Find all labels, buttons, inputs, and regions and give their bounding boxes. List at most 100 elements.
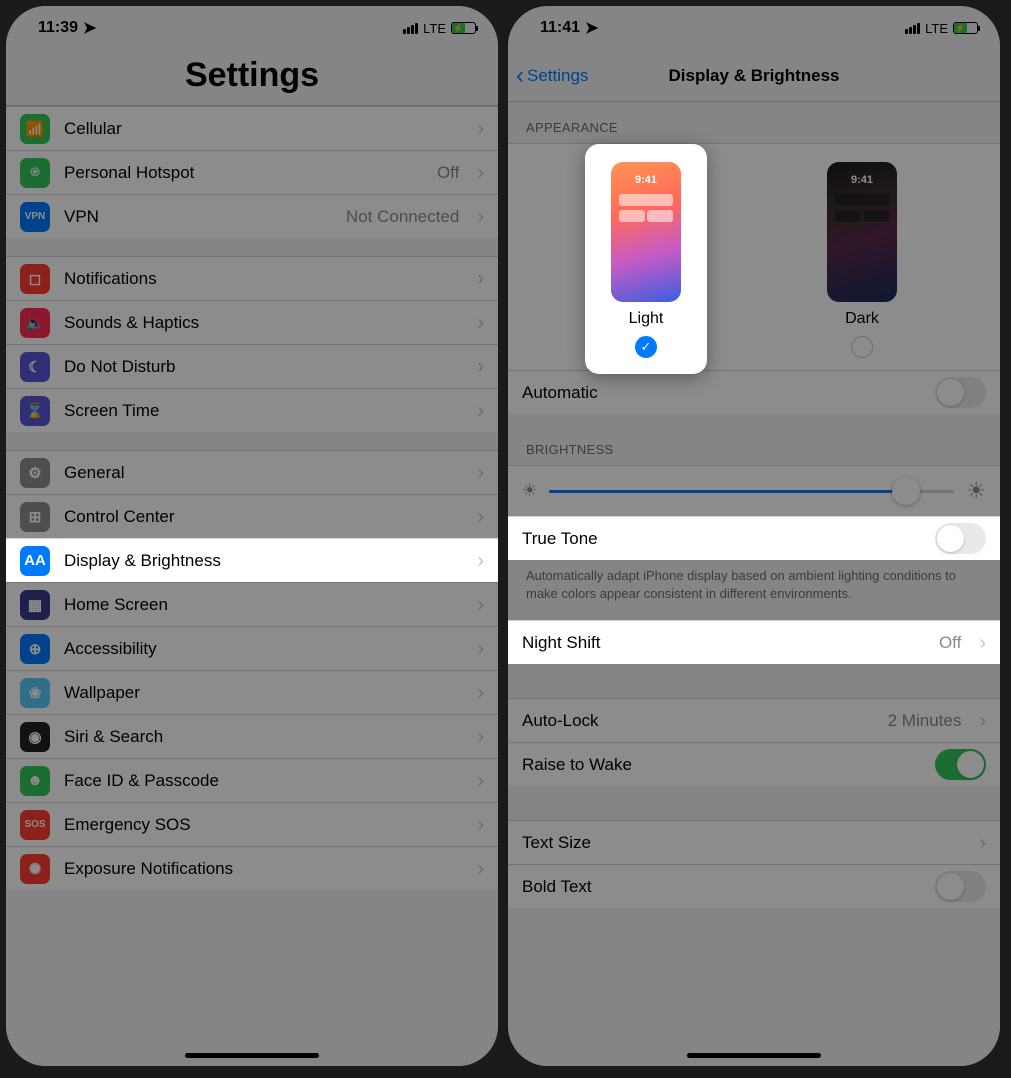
right-phone-display-brightness: 11:41 ➤ LTE ⚡ ‹ Settings Display & Brigh… bbox=[508, 6, 1000, 1066]
row-icon: ⍟ bbox=[20, 158, 50, 188]
chevron-right-icon: › bbox=[477, 357, 484, 377]
row-label: Face ID & Passcode bbox=[64, 771, 463, 791]
home-indicator[interactable] bbox=[687, 1053, 821, 1058]
row-icon: ⌛ bbox=[20, 396, 50, 426]
row-label: Cellular bbox=[64, 119, 463, 139]
chevron-right-icon: › bbox=[477, 119, 484, 139]
row-icon: ⊕ bbox=[20, 634, 50, 664]
page-title: Settings bbox=[6, 50, 498, 106]
row-icon: ✺ bbox=[20, 854, 50, 884]
row-label: Siri & Search bbox=[64, 727, 463, 747]
settings-row-sounds-haptics[interactable]: 🔈Sounds & Haptics› bbox=[6, 300, 498, 344]
row-icon: ▦ bbox=[20, 590, 50, 620]
appearance-option-dark[interactable]: 9:41 Dark bbox=[827, 162, 897, 358]
row-raise-to-wake[interactable]: Raise to Wake bbox=[508, 742, 1000, 786]
network-label: LTE bbox=[423, 21, 446, 36]
chevron-right-icon: › bbox=[477, 207, 484, 227]
row-icon: ◻ bbox=[20, 264, 50, 294]
settings-row-home-screen[interactable]: ▦ Home Screen › bbox=[6, 582, 498, 626]
row-icon: ⊞ bbox=[20, 502, 50, 532]
row-label: Exposure Notifications bbox=[64, 859, 463, 879]
row-label: Screen Time bbox=[64, 401, 463, 421]
chevron-right-icon: › bbox=[477, 507, 484, 527]
row-label: Sounds & Haptics bbox=[64, 313, 463, 333]
settings-row-display-brightness[interactable]: AADisplay & Brightness› bbox=[6, 538, 498, 582]
chevron-right-icon: › bbox=[477, 771, 484, 791]
chevron-right-icon: › bbox=[979, 711, 986, 731]
home-indicator[interactable] bbox=[185, 1053, 319, 1058]
status-bar: 11:39 ➤ LTE ⚡ bbox=[6, 6, 498, 50]
row-label: General bbox=[64, 463, 463, 483]
chevron-right-icon: › bbox=[477, 463, 484, 483]
settings-row-wallpaper[interactable]: ❀Wallpaper› bbox=[6, 670, 498, 714]
status-bar: 11:41 ➤ LTE ⚡ bbox=[508, 6, 1000, 50]
true-tone-footer: Automatically adapt iPhone display based… bbox=[508, 560, 1000, 610]
light-preview: 9:41 bbox=[611, 162, 681, 302]
settings-row-accessibility[interactable]: ⊕Accessibility› bbox=[6, 626, 498, 670]
chevron-left-icon: ‹ bbox=[516, 62, 524, 90]
row-icon: AA bbox=[20, 546, 50, 576]
chevron-right-icon: › bbox=[979, 833, 986, 853]
settings-row-personal-hotspot[interactable]: ⍟Personal HotspotOff› bbox=[6, 150, 498, 194]
nav-header: ‹ Settings Display & Brightness bbox=[508, 50, 1000, 102]
row-auto-lock[interactable]: Auto-Lock 2 Minutes › bbox=[508, 698, 1000, 742]
settings-row-siri-search[interactable]: ◉ Siri & Search › bbox=[6, 714, 498, 758]
row-label: Emergency SOS bbox=[64, 815, 463, 835]
row-label: VPN bbox=[64, 207, 332, 227]
location-icon: ➤ bbox=[585, 18, 598, 38]
row-text-size[interactable]: Text Size › bbox=[508, 820, 1000, 864]
brightness-slider[interactable] bbox=[549, 490, 954, 493]
row-label: Wallpaper bbox=[64, 683, 463, 703]
settings-row-face-id-passcode[interactable]: ☻ Face ID & Passcode › bbox=[6, 758, 498, 802]
settings-row-general[interactable]: ⚙General› bbox=[6, 450, 498, 494]
back-button[interactable]: ‹ Settings bbox=[516, 50, 588, 101]
chevron-right-icon: › bbox=[477, 595, 484, 615]
row-icon: 📶 bbox=[20, 114, 50, 144]
settings-row-vpn[interactable]: VPN VPN Not Connected › bbox=[6, 194, 498, 238]
toggle-bold-text[interactable] bbox=[935, 871, 986, 902]
sun-small-icon: ☀ bbox=[522, 481, 537, 501]
chevron-right-icon: › bbox=[477, 551, 484, 571]
settings-row-cellular[interactable]: 📶 Cellular › bbox=[6, 106, 498, 150]
row-label: Home Screen bbox=[64, 595, 463, 615]
section-header-brightness: BRIGHTNESS bbox=[508, 414, 1000, 465]
row-value: Not Connected bbox=[346, 207, 459, 227]
row-label: Accessibility bbox=[64, 639, 463, 659]
settings-row-screen-time[interactable]: ⌛ Screen Time › bbox=[6, 388, 498, 432]
row-icon: ◉ bbox=[20, 722, 50, 752]
row-bold-text[interactable]: Bold Text bbox=[508, 864, 1000, 908]
chevron-right-icon: › bbox=[477, 401, 484, 421]
row-night-shift[interactable]: Night Shift Off › bbox=[508, 620, 1000, 664]
signal-icon bbox=[403, 23, 418, 34]
chevron-right-icon: › bbox=[477, 859, 484, 879]
chevron-right-icon: › bbox=[979, 633, 986, 653]
toggle-automatic[interactable] bbox=[935, 377, 986, 408]
settings-row-control-center[interactable]: ⊞ Control Center › bbox=[6, 494, 498, 538]
row-value: Off bbox=[437, 163, 459, 183]
row-label: Do Not Disturb bbox=[64, 357, 463, 377]
dark-preview: 9:41 bbox=[827, 162, 897, 302]
toggle-true-tone[interactable] bbox=[935, 523, 986, 554]
row-icon: ☻ bbox=[20, 766, 50, 796]
row-automatic[interactable]: Automatic bbox=[508, 370, 1000, 414]
settings-row-do-not-disturb[interactable]: ☾Do Not Disturb› bbox=[6, 344, 498, 388]
clock: 11:41 bbox=[540, 19, 580, 37]
chevron-right-icon: › bbox=[477, 727, 484, 747]
row-label: Control Center bbox=[64, 507, 463, 527]
brightness-slider-row: ☀ ☀ bbox=[508, 465, 1000, 516]
location-icon: ➤ bbox=[83, 18, 96, 38]
row-true-tone[interactable]: True Tone bbox=[508, 516, 1000, 560]
section-header-appearance: APPEARANCE bbox=[508, 102, 1000, 143]
chevron-right-icon: › bbox=[477, 269, 484, 289]
signal-icon bbox=[905, 23, 920, 34]
settings-row-exposure-notifications[interactable]: ✺ Exposure Notifications › bbox=[6, 846, 498, 890]
row-icon: VPN bbox=[20, 202, 50, 232]
battery-icon: ⚡ bbox=[953, 22, 978, 34]
appearance-picker: 9:41 Light ✓ 9:41 Dark bbox=[508, 143, 1000, 370]
settings-row-notifications[interactable]: ◻Notifications› bbox=[6, 256, 498, 300]
toggle-raise-to-wake[interactable] bbox=[935, 749, 986, 780]
row-icon: SOS bbox=[20, 810, 50, 840]
settings-row-emergency-sos[interactable]: SOSEmergency SOS› bbox=[6, 802, 498, 846]
row-label: Personal Hotspot bbox=[64, 163, 423, 183]
appearance-option-light[interactable]: 9:41 Light ✓ bbox=[611, 162, 681, 358]
